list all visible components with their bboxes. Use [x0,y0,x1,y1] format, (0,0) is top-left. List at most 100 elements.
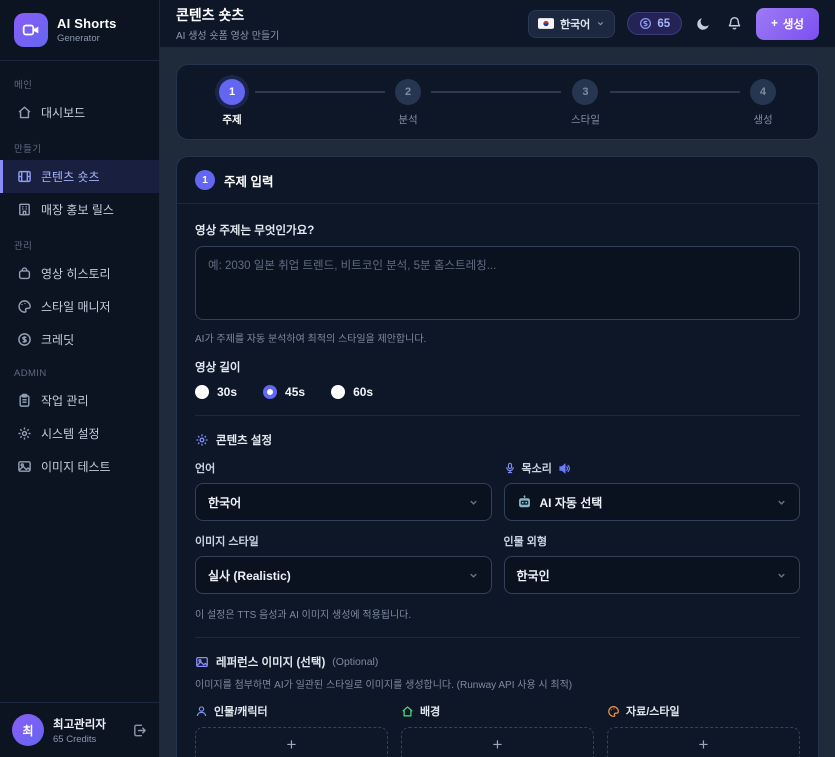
chevron-down-icon [776,570,787,581]
slot-label: 배경 [420,703,440,719]
sidebar-item-label: 작업 관리 [41,392,89,409]
sidebar-nav: 메인 대시보드 만들기 콘텐츠 숏츠 매장 홍보 릴스 관리 영상 히스토리 스… [0,61,159,702]
step-label: 주제 [222,112,241,127]
chevron-down-icon [468,570,479,581]
sidebar-item-label: 시스템 설정 [41,425,100,442]
palette-icon [17,299,32,314]
upload-style-dropzone[interactable]: + 클릭하여 업로드 [607,727,800,757]
radio-icon-checked [263,385,277,399]
topic-input[interactable] [195,246,800,320]
radio-icon [331,385,345,399]
appearance-select-value: 한국인 [517,567,550,584]
radio-icon [195,385,209,399]
step-number: 3 [572,79,598,105]
credits-badge[interactable]: 65 [627,12,682,35]
plus-icon: + [493,736,503,753]
length-label: 영상 길이 [195,359,800,375]
voice-select[interactable]: AI 자동 선택 [504,483,801,521]
palette-icon [607,705,620,718]
radio-45s[interactable]: 45s [263,385,305,399]
user-profile: 최 최고관리자 65 Credits [0,702,159,757]
dark-mode-toggle[interactable] [694,14,713,33]
page-title: 콘텐츠 숏츠 [176,5,279,25]
chevron-down-icon [776,497,787,508]
sidebar-item-label: 콘텐츠 숏츠 [41,168,100,185]
reference-slot-subject: 인물/캐릭터 + 클릭하여 업로드 프롬프트에서 @Subject로 참조 [195,703,388,757]
sidebar-item-style-manager[interactable]: 스타일 매니저 [0,290,159,323]
slot-label: 인물/캐릭터 [214,703,268,719]
step-analysis: 2 분석 [395,79,421,127]
step-number: 2 [395,79,421,105]
film-icon [17,169,32,184]
reference-help-text: 이미지를 첨부하면 AI가 일관된 스타일로 이미지를 생성합니다. (Runw… [195,676,800,691]
reference-slot-background: 배경 + 클릭하여 업로드 프롬프트에서 @Background로 참조 [401,703,594,757]
nav-section-create: 만들기 [0,129,159,160]
upload-background-dropzone[interactable]: + 클릭하여 업로드 [401,727,594,757]
image-style-field-label: 이미지 스타일 [195,533,492,549]
robot-icon [517,495,532,510]
main-content: 1 주제 2 분석 3 스타일 4 생성 1 주제 입력 [160,48,835,757]
language-select[interactable]: 한국어 [195,483,492,521]
sidebar-item-label: 영상 히스토리 [41,265,111,282]
speaker-icon[interactable] [558,462,571,475]
topic-input-card: 1 주제 입력 영상 주제는 무엇인가요? AI가 주제를 자동 분석하여 최적… [176,156,819,757]
divider [195,637,800,638]
appearance-field-label: 인물 외형 [504,533,801,549]
step-label: 생성 [753,112,772,127]
radio-30s[interactable]: 30s [195,385,237,399]
sidebar-item-video-history[interactable]: 영상 히스토리 [0,257,159,290]
person-icon [195,705,208,718]
sidebar-item-dashboard[interactable]: 대시보드 [0,96,159,129]
sidebar-item-job-management[interactable]: 작업 관리 [0,384,159,417]
step-connector [610,91,740,93]
user-name: 최고관리자 [53,716,106,732]
radio-60s[interactable]: 60s [331,385,373,399]
sidebar-item-image-test[interactable]: 이미지 테스트 [0,450,159,483]
card-title: 주제 입력 [224,171,273,190]
radio-label: 45s [285,385,305,399]
plus-icon: + [287,736,297,753]
sidebar-item-credits[interactable]: 크레딧 [0,323,159,356]
topic-help-text: AI가 주제를 자동 분석하여 최적의 스타일을 제안합니다. [195,330,800,345]
radio-label: 60s [353,385,373,399]
chevron-down-icon [468,497,479,508]
image-icon [17,459,32,474]
sidebar: AI Shorts Generator 메인 대시보드 만들기 콘텐츠 숏츠 매… [0,0,160,757]
step-generate: 4 생성 [750,79,776,127]
app-name: AI Shorts [57,16,117,31]
plus-icon: + [771,18,778,30]
language-selector[interactable]: 한국어 [528,10,615,38]
logout-icon[interactable] [132,723,147,738]
upload-subject-dropzone[interactable]: + 클릭하여 업로드 [195,727,388,757]
voice-field-label: 목소리 [504,460,801,476]
card-header: 1 주제 입력 [177,157,818,204]
reference-slot-style: 자료/스타일 + 클릭하여 업로드 프롬프트에서 @Style로 참조 [607,703,800,757]
history-icon [17,266,32,281]
slot-label: 자료/스타일 [626,703,680,719]
nav-section-manage: 관리 [0,226,159,257]
language-select-value: 한국어 [208,494,241,511]
gear-icon [17,426,32,441]
image-style-select[interactable]: 실사 (Realistic) [195,556,492,594]
sidebar-item-system-settings[interactable]: 시스템 설정 [0,417,159,450]
content-settings-title: 콘텐츠 설정 [216,432,272,448]
plus-icon: + [699,736,709,753]
notifications-bell-icon[interactable] [725,14,744,33]
step-topic: 1 주제 [219,79,245,127]
chevron-down-icon [596,19,605,28]
language-value: 한국어 [560,16,590,32]
card-step-number: 1 [195,170,215,190]
step-connector [255,91,385,93]
sidebar-item-store-reels[interactable]: 매장 홍보 릴스 [0,193,159,226]
step-label: 분석 [398,112,417,127]
image-icon [195,655,209,669]
storefront-icon [17,202,32,217]
appearance-select[interactable]: 한국인 [504,556,801,594]
sidebar-item-label: 스타일 매니저 [41,298,111,315]
sidebar-item-label: 이미지 테스트 [41,458,111,475]
clipboard-icon [17,393,32,408]
sidebar-item-content-shorts[interactable]: 콘텐츠 숏츠 [0,160,159,193]
coin-icon [17,332,32,347]
generate-button[interactable]: + 생성 [756,8,819,40]
progress-stepper: 1 주제 2 분석 3 스타일 4 생성 [176,64,819,140]
